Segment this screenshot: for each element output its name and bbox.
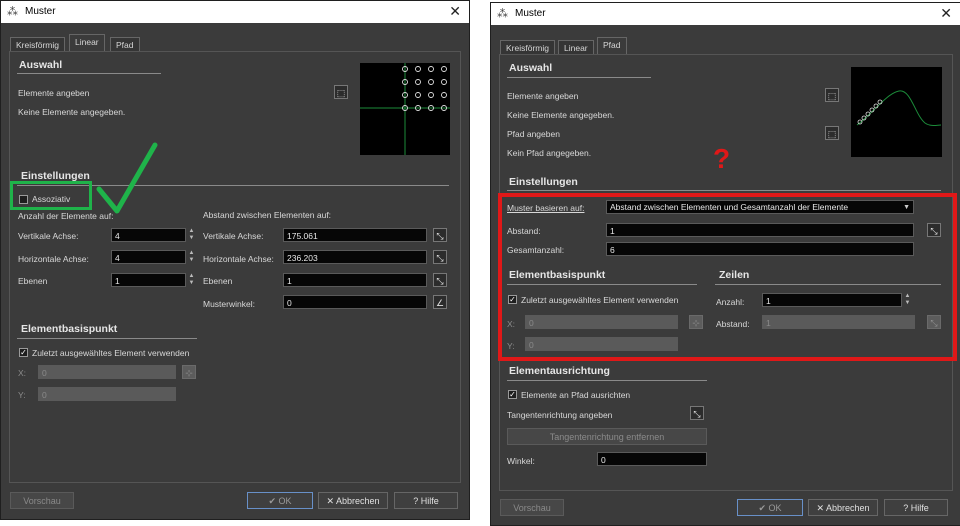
divider [507, 190, 941, 191]
abstand-elemente-label: Abstand zwischen Elementen auf: [203, 210, 332, 220]
app-icon: ⁂ [497, 8, 508, 20]
checkbox-box[interactable]: ✓ [508, 390, 517, 399]
count-vertikal-input[interactable]: 4 [111, 228, 186, 242]
dist-vertikal-input[interactable]: 175.061 [283, 228, 427, 242]
select-elements-icon[interactable]: ⬚ [334, 85, 348, 99]
ok-button[interactable]: ✔ OK [737, 499, 803, 516]
pfad-angeben-label: Pfad angeben [507, 129, 560, 139]
zuletzt-label: Zuletzt ausgewähltes Element verwenden [32, 348, 190, 358]
winkel-label: Winkel: [507, 456, 535, 466]
ok-label: OK [278, 496, 292, 506]
window-title: Muster [25, 6, 56, 17]
close-icon[interactable]: ✕ [940, 5, 952, 22]
section-elementbasispunkt: Elementbasispunkt [21, 323, 118, 335]
title-bar: ⁂ Muster ✕ [1, 1, 469, 23]
preview-graphic [856, 90, 942, 126]
hilfe-label: Hilfe [420, 496, 439, 506]
elemente-angeben-label: Elemente angeben [18, 88, 90, 98]
title-bar: ⁂ Muster ✕ [491, 3, 960, 25]
divider [507, 380, 707, 381]
count-ebenen-spinner[interactable]: ▲ ▼ [187, 273, 196, 287]
winkel-input[interactable]: 0 [597, 452, 707, 466]
x-input[interactable]: 0 [38, 365, 176, 379]
red-question-annotation: ? [713, 143, 731, 174]
y-label: Y: [18, 390, 26, 400]
window-title: Muster [515, 8, 546, 19]
tangenten-label: Tangentenrichtung angeben [507, 410, 613, 420]
dist-vertikale-label: Vertikale Achse: [203, 231, 264, 241]
divider [17, 73, 161, 74]
angle-icon[interactable]: ∠ [433, 295, 447, 309]
section-einstellungen: Einstellungen [509, 176, 578, 188]
cross-icon: ✕ [326, 496, 336, 506]
tangenten-entfernen-button[interactable]: Tangentenrichtung entfernen [507, 428, 707, 445]
cross-icon: ✕ [816, 503, 826, 513]
dist-ebenen-label: Ebenen [203, 276, 233, 286]
count-horizontal-input[interactable]: 4 [111, 250, 186, 264]
ok-button[interactable]: ✔ OK [247, 492, 313, 509]
x-label: X: [18, 368, 27, 378]
section-auswahl: Auswahl [19, 59, 63, 71]
tangent-direction-icon[interactable]: ⤡ [690, 406, 704, 420]
keine-elemente-text: Keine Elemente angegeben. [507, 110, 615, 120]
help-icon: ? [413, 496, 421, 506]
select-elements-icon[interactable]: ⬚ [825, 88, 839, 102]
abbrechen-button[interactable]: ✕ Abbrechen [318, 492, 388, 509]
dist-horizontale-label: Horizontale Achse: [203, 254, 274, 264]
preview-graphic [360, 63, 450, 155]
musterwinkel-input[interactable]: 0 [283, 295, 427, 309]
green-checkmark-annotation [96, 142, 158, 214]
abbrechen-label: Abbrechen [336, 496, 380, 506]
horizontale-achse-label: Horizontale Achse: [18, 254, 89, 264]
pattern-preview [360, 63, 450, 155]
green-highlight-box [10, 181, 92, 210]
count-vertikal-spinner[interactable]: ▲ ▼ [187, 228, 196, 242]
elemente-angeben-label: Elemente angeben [507, 91, 579, 101]
measure-distance-icon[interactable]: ⤡ [433, 273, 447, 287]
help-icon: ? [903, 503, 911, 513]
y-input[interactable]: 0 [38, 387, 176, 401]
measure-distance-icon[interactable]: ⤡ [433, 250, 447, 264]
close-icon[interactable]: ✕ [449, 3, 461, 20]
keine-elemente-text: Keine Elemente angegeben. [18, 107, 126, 117]
ebenen-label: Ebenen [18, 276, 48, 286]
divider [507, 77, 651, 78]
abbrechen-button[interactable]: ✕ Abbrechen [808, 499, 878, 516]
dist-horizontal-input[interactable]: 236.203 [283, 250, 427, 264]
right-dialog: ⁂ Muster ✕ Kreisförmig Linear Pfad Auswa… [490, 2, 960, 526]
ok-label: OK [768, 503, 782, 513]
count-ebenen-input[interactable]: 1 [111, 273, 186, 287]
kein-pfad-text: Kein Pfad angegeben. [507, 148, 592, 158]
check-icon: ✔ [758, 503, 769, 513]
abbrechen-label: Abbrechen [826, 503, 870, 513]
musterwinkel-label: Musterwinkel: [203, 299, 255, 309]
count-horizontal-spinner[interactable]: ▲ ▼ [187, 250, 196, 264]
measure-distance-icon[interactable]: ⤡ [433, 228, 447, 242]
check-icon: ✔ [268, 496, 279, 506]
section-elementausrichtung: Elementausrichtung [509, 365, 610, 377]
path-preview [851, 67, 942, 157]
checkbox-box[interactable]: ✓ [19, 348, 28, 357]
select-path-icon[interactable]: ⬚ [825, 126, 839, 140]
vorschau-button[interactable]: Vorschau [10, 492, 74, 509]
an-pfad-label: Elemente an Pfad ausrichten [521, 390, 631, 400]
hilfe-button[interactable]: ? Hilfe [884, 499, 948, 516]
section-auswahl: Auswahl [509, 62, 553, 74]
hilfe-label: Hilfe [910, 503, 929, 513]
vorschau-button[interactable]: Vorschau [500, 499, 564, 516]
left-dialog: ⁂ Muster ✕ Kreisförmig Linear Pfad Auswa… [0, 0, 470, 520]
app-icon: ⁂ [7, 6, 18, 18]
hilfe-button[interactable]: ? Hilfe [394, 492, 458, 509]
red-highlight-box [498, 193, 957, 361]
dist-ebenen-input[interactable]: 1 [283, 273, 427, 287]
pick-point-icon[interactable]: ⊹ [182, 365, 196, 379]
vertikale-achse-label: Vertikale Achse: [18, 231, 79, 241]
divider [17, 338, 197, 339]
